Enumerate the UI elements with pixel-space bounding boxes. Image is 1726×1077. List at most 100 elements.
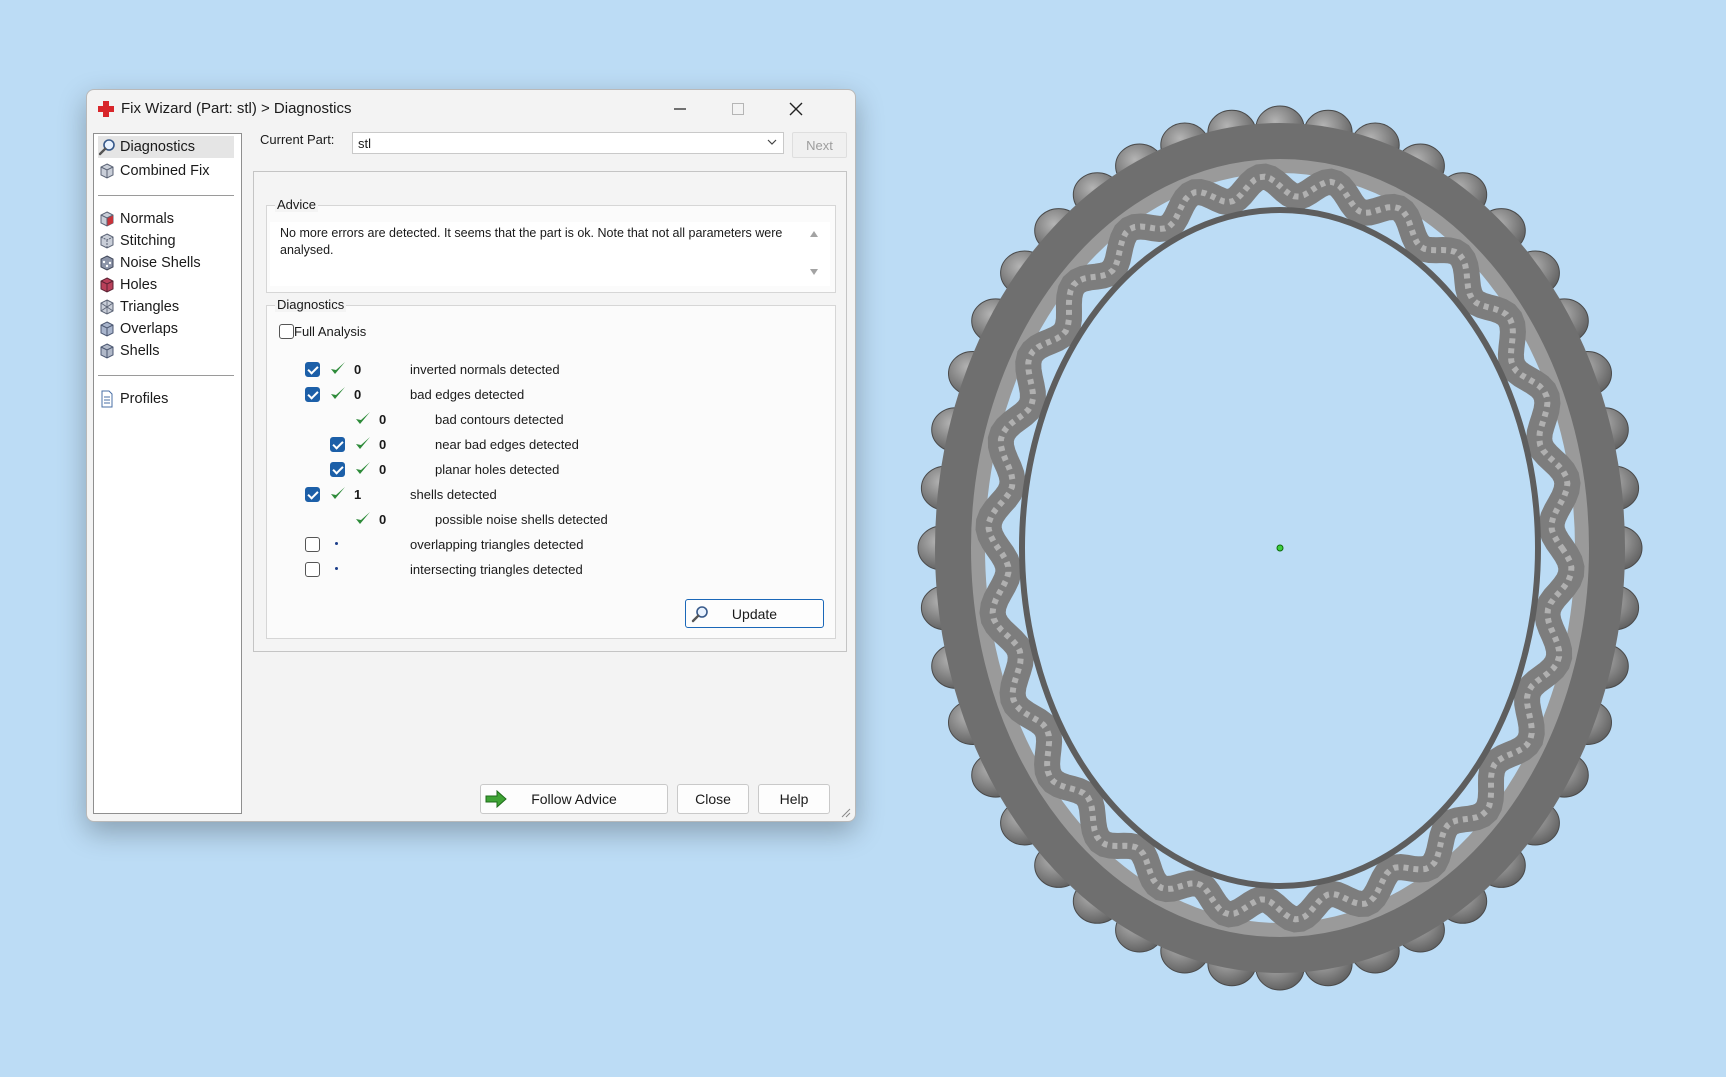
nav-item-profiles[interactable]: Profiles bbox=[98, 388, 234, 410]
diagnostic-row: 1 shells detected bbox=[267, 485, 827, 505]
nav-item-normals[interactable]: Normals bbox=[98, 208, 234, 230]
resize-grip-icon[interactable] bbox=[839, 806, 851, 818]
diagnostic-count: 0 bbox=[354, 362, 362, 377]
diagnostic-label: shells detected bbox=[410, 487, 497, 502]
diagnostic-count: 0 bbox=[379, 412, 387, 427]
diagnostics-title: Diagnostics bbox=[275, 297, 347, 312]
advice-title: Advice bbox=[275, 197, 319, 212]
check-icon bbox=[331, 387, 345, 399]
check-icon bbox=[356, 412, 370, 424]
check-icon bbox=[356, 512, 370, 524]
diagnostic-checkbox[interactable] bbox=[305, 537, 320, 552]
magnifier-icon bbox=[98, 139, 115, 156]
diagnostic-row: 0 near bad edges detected bbox=[267, 435, 827, 455]
nav-item-shells[interactable]: Shells bbox=[98, 340, 234, 362]
diagnostic-row: 0 inverted normals detected bbox=[267, 360, 827, 380]
diagnostic-checkbox[interactable] bbox=[305, 562, 320, 577]
next-button[interactable]: Next bbox=[792, 132, 847, 158]
diagnostic-count: 0 bbox=[379, 512, 387, 527]
maximize-icon bbox=[732, 103, 744, 115]
nav-item-overlaps[interactable]: Overlaps bbox=[98, 318, 234, 340]
cube-holes-icon bbox=[100, 277, 114, 293]
diagnostic-checkbox[interactable] bbox=[305, 362, 320, 377]
advice-text: No more errors are detected. It seems th… bbox=[280, 226, 783, 257]
minimize-button[interactable] bbox=[652, 90, 708, 128]
diagnostic-row: 0 bad contours detected bbox=[267, 410, 827, 430]
current-part-select[interactable]: stl bbox=[352, 132, 784, 154]
diagnostic-row: 0 planar holes detected bbox=[267, 460, 827, 480]
pivot-marker bbox=[1276, 544, 1284, 552]
full-analysis-option[interactable]: Full Analysis bbox=[279, 324, 366, 339]
maximize-button[interactable] bbox=[710, 90, 766, 128]
diagnostic-label: bad contours detected bbox=[435, 412, 564, 427]
fix-wizard-dialog: Fix Wizard (Part: stl) > Diagnostics Dia… bbox=[86, 89, 856, 822]
check-icon bbox=[356, 462, 370, 474]
help-button[interactable]: Help bbox=[758, 784, 830, 814]
update-button[interactable]: Update bbox=[685, 599, 824, 628]
diagnostic-count: 0 bbox=[379, 437, 387, 452]
diagnostic-label: planar holes detected bbox=[435, 462, 560, 477]
red-cross-icon bbox=[98, 101, 114, 117]
document-icon bbox=[101, 390, 113, 408]
full-analysis-checkbox[interactable] bbox=[279, 324, 294, 339]
chevron-down-icon bbox=[767, 139, 777, 145]
nav-item-combined-fix[interactable]: Combined Fix bbox=[98, 160, 234, 182]
nav-item-triangles[interactable]: Triangles bbox=[98, 296, 234, 318]
diagnostics-panel: Advice No more errors are detected. It s… bbox=[253, 171, 847, 652]
scroll-down-icon[interactable] bbox=[808, 266, 820, 278]
cube-shells-icon bbox=[100, 343, 114, 359]
diagnostic-label: bad edges detected bbox=[410, 387, 525, 402]
diagnostic-checkbox[interactable] bbox=[330, 462, 345, 477]
current-part-value: stl bbox=[358, 136, 371, 151]
diagnostic-label: possible noise shells detected bbox=[435, 512, 608, 527]
close-icon bbox=[789, 102, 803, 116]
advice-textbox[interactable]: No more errors are detected. It seems th… bbox=[270, 222, 830, 286]
nav-item-diagnostics[interactable]: Diagnostics bbox=[98, 136, 234, 158]
nav-separator bbox=[98, 195, 234, 196]
diagnostic-label: overlapping triangles detected bbox=[410, 537, 584, 552]
cube-normals-icon bbox=[100, 211, 114, 227]
check-icon bbox=[356, 437, 370, 449]
follow-advice-button[interactable]: Follow Advice bbox=[480, 784, 668, 814]
window-title: Fix Wizard (Part: stl) > Diagnostics bbox=[121, 100, 352, 117]
diagnostic-label: inverted normals detected bbox=[410, 362, 560, 377]
cube-icon bbox=[100, 163, 114, 179]
diagnostic-label: near bad edges detected bbox=[435, 437, 579, 452]
diagnostic-count: 0 bbox=[354, 387, 362, 402]
diagnostic-row: intersecting triangles detected bbox=[267, 560, 827, 580]
diagnostic-count: 0 bbox=[379, 462, 387, 477]
cube-overlaps-icon bbox=[100, 321, 114, 337]
magnifier-icon bbox=[691, 606, 708, 623]
nav-item-noise-shells[interactable]: Noise Shells bbox=[98, 252, 234, 274]
title-bar[interactable]: Fix Wizard (Part: stl) > Diagnostics bbox=[87, 90, 855, 130]
nav-item-holes[interactable]: Holes bbox=[98, 274, 234, 296]
update-label: Update bbox=[731, 605, 778, 622]
model-viewport[interactable] bbox=[880, 90, 1680, 1010]
full-analysis-label: Full Analysis bbox=[294, 324, 367, 339]
current-part-label: Current Part: bbox=[260, 132, 335, 147]
window-close-button[interactable] bbox=[768, 90, 824, 128]
diagnostic-checkbox[interactable] bbox=[305, 487, 320, 502]
minimize-icon bbox=[674, 108, 686, 110]
follow-advice-label: Follow Advice bbox=[531, 791, 617, 807]
check-icon bbox=[331, 362, 345, 374]
diagnostic-row: 0 possible noise shells detected bbox=[267, 510, 827, 530]
nav-item-stitching[interactable]: Stitching bbox=[98, 230, 234, 252]
nav-separator bbox=[98, 375, 234, 376]
advice-group: Advice No more errors are detected. It s… bbox=[266, 197, 836, 293]
check-icon bbox=[331, 487, 345, 499]
wizard-nav: Diagnostics Combined Fix Normals Stitchi… bbox=[93, 133, 242, 814]
diagnostic-row: overlapping triangles detected bbox=[267, 535, 827, 555]
close-button[interactable]: Close bbox=[677, 784, 749, 814]
scroll-up-icon[interactable] bbox=[808, 228, 820, 240]
diagnostic-checkbox[interactable] bbox=[330, 437, 345, 452]
status-dot-icon bbox=[335, 542, 338, 545]
cube-triangles-icon bbox=[100, 299, 114, 315]
status-dot-icon bbox=[335, 567, 338, 570]
diagnostic-row: 0 bad edges detected bbox=[267, 385, 827, 405]
cube-noise-icon bbox=[100, 255, 114, 271]
diagnostic-label: intersecting triangles detected bbox=[410, 562, 583, 577]
diagnostics-group: Diagnostics Full Analysis 0 inverted norm… bbox=[266, 297, 836, 639]
diagnostic-checkbox[interactable] bbox=[305, 387, 320, 402]
cube-stitch-icon bbox=[100, 233, 114, 249]
